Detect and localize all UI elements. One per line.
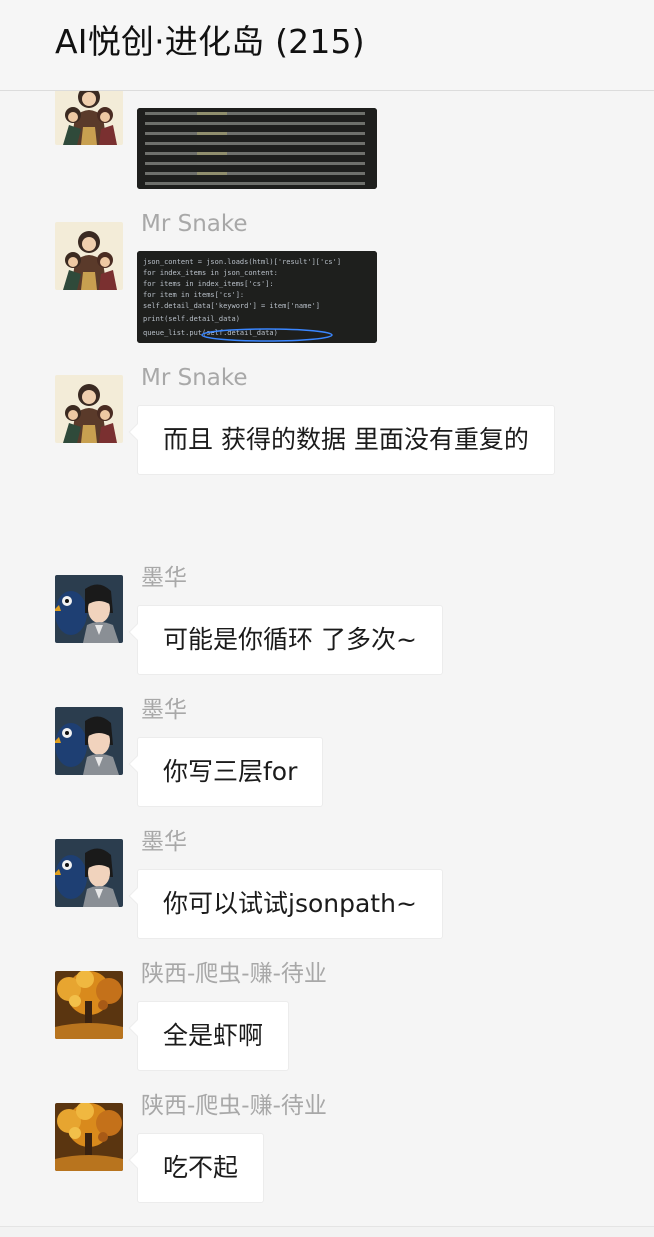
avatar[interactable]: [55, 707, 123, 775]
message-bubble[interactable]: 你可以试试jsonpath~: [137, 869, 443, 939]
code-line: queue_list.put(self.detail_data): [143, 329, 278, 337]
code-line: print(self.detail_data): [143, 315, 240, 323]
sender-name: 墨华: [141, 829, 187, 855]
code-line: for index_items in json_content:: [143, 269, 278, 277]
anime-group-avatar-icon: [55, 222, 123, 290]
message-list[interactable]: Mr Snake json_content = json.loads(html)…: [0, 91, 654, 1226]
message-bubble[interactable]: 全是虾啊: [137, 1001, 290, 1071]
code-line: for items in index_items['cs']:: [143, 280, 274, 288]
sender-name: 陕西-爬虫-赚-待业: [141, 961, 327, 987]
code-screenshot-preview: json_content = json.loads(html)['result'…: [137, 251, 377, 343]
avatar[interactable]: [55, 839, 123, 907]
avatar[interactable]: [55, 575, 123, 643]
anime-boy-bird-avatar-icon: [55, 839, 123, 907]
message-bubble[interactable]: 而且 获得的数据 里面没有重复的: [137, 405, 555, 475]
anime-group-avatar-icon: [55, 375, 123, 443]
message-bubble[interactable]: 你写三层for: [137, 737, 324, 807]
autumn-tree-avatar-icon: [55, 971, 123, 1039]
message-bubble[interactable]: 吃不起: [137, 1133, 265, 1203]
sender-name: Mr Snake: [141, 365, 248, 391]
code-line: for item in items['cs']:: [143, 291, 244, 299]
anime-boy-bird-avatar-icon: [55, 707, 123, 775]
avatar[interactable]: [55, 375, 123, 443]
sender-name: 墨华: [141, 697, 187, 723]
sender-name: Mr Snake: [141, 211, 248, 237]
chat-title: AI悦创·进化岛 (215): [55, 22, 365, 61]
sender-name: 墨华: [141, 565, 187, 591]
autumn-tree-avatar-icon: [55, 1103, 123, 1171]
avatar[interactable]: [55, 222, 123, 290]
code-line: self.detail_data['keyword'] = item['name…: [143, 302, 320, 310]
message-bubble[interactable]: 可能是你循环 了多次~: [137, 605, 443, 675]
avatar[interactable]: [55, 91, 123, 145]
chat-header: AI悦创·进化岛 (215): [0, 0, 654, 91]
code-screenshot-image[interactable]: [137, 108, 377, 189]
avatar[interactable]: [55, 971, 123, 1039]
code-screenshot-image[interactable]: json_content = json.loads(html)['result'…: [137, 251, 377, 343]
code-screenshot-preview: [137, 108, 377, 189]
avatar[interactable]: [55, 1103, 123, 1171]
sender-name: 陕西-爬虫-赚-待业: [141, 1093, 327, 1119]
input-bar-edge: [0, 1226, 654, 1237]
anime-group-avatar-icon: [55, 91, 123, 145]
code-line: json_content = json.loads(html)['result'…: [143, 258, 341, 266]
anime-boy-bird-avatar-icon: [55, 575, 123, 643]
